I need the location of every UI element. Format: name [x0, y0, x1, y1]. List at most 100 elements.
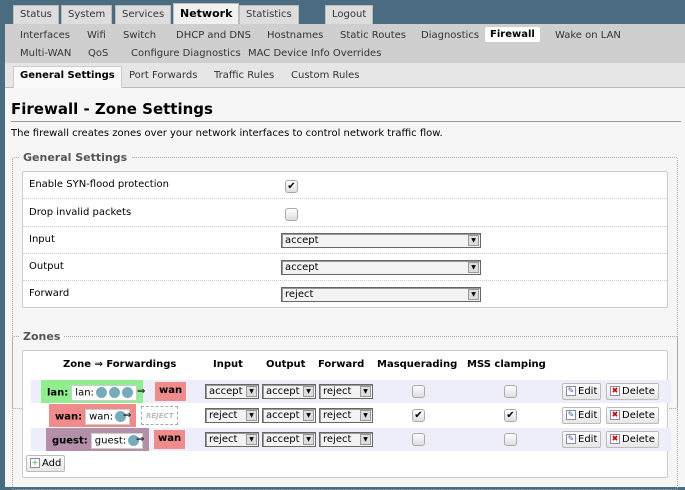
add-label: Add — [42, 458, 62, 469]
masquerading-checkbox[interactable]: ✔ — [412, 409, 425, 422]
chevron-down-icon: ▼ — [246, 410, 257, 421]
subnav-mac-overrides[interactable]: MAC Device Info Overrides — [243, 46, 386, 61]
input-select[interactable]: reject ▼ — [205, 408, 259, 423]
sub-nav: Interfaces Wifi Switch DHCP and DNS Host… — [5, 24, 685, 63]
edit-zone-button[interactable]: ✎ Edit — [562, 407, 602, 424]
tab-status[interactable]: Status — [13, 5, 59, 24]
tab-services[interactable]: Services — [115, 5, 172, 24]
subnav-dhcp[interactable]: DHCP and DNS — [171, 28, 256, 43]
add-zone-button[interactable]: + Add — [26, 455, 66, 472]
chevron-down-icon: ▼ — [360, 434, 371, 445]
output-select[interactable]: accept ▼ — [262, 432, 316, 447]
drop-invalid-checkbox[interactable] — [285, 208, 298, 221]
header-masquerading: Masquerading — [377, 359, 458, 370]
edit-zone-button[interactable]: ✎ Edit — [562, 383, 602, 400]
zone-row: lan: lan: ⇒ wan accept ▼ accept ▼ reject ▼ ✎ Ed… — [31, 380, 671, 403]
network-interface-icon — [95, 387, 107, 398]
subnav-firewall[interactable]: Firewall — [485, 27, 540, 42]
header-zone: Zone ⇒ Forwardings — [63, 359, 177, 370]
mss-clamping-checkbox[interactable] — [504, 433, 517, 446]
zone-badge[interactable]: lan: lan: — [41, 380, 143, 403]
subnav-wake-on-lan[interactable]: Wake on LAN — [550, 28, 626, 43]
chevron-down-icon: ▼ — [303, 386, 314, 397]
delete-zone-button[interactable]: ✖ Delete — [606, 431, 659, 448]
page-description: The firewall creates zones over your net… — [11, 128, 443, 139]
general-settings-box: Enable SYN-flood protection ✔ Drop inval… — [22, 171, 668, 308]
chevron-down-icon: ▼ — [246, 386, 257, 397]
zone-name: wan: — [55, 411, 83, 423]
tab-network[interactable]: Network — [173, 3, 240, 24]
output-value: accept — [266, 410, 300, 421]
section-legend: Zones — [23, 330, 61, 343]
delete-label: Delete — [622, 386, 655, 397]
output-select[interactable]: accept ▼ — [262, 384, 316, 399]
tab-system[interactable]: System — [61, 5, 113, 24]
forward-select[interactable]: reject ▼ — [319, 384, 373, 399]
zone-interface-label: lan: — [75, 387, 94, 399]
forward-select[interactable]: reject ▼ — [319, 408, 373, 423]
zone-row: wan: wan: ⇒ REJECT reject ▼ accept ▼ reject ▼ … — [31, 404, 671, 427]
input-value: accept — [285, 235, 319, 246]
content: Firewall - Zone Settings The firewall cr… — [5, 88, 685, 490]
header-input: Input — [213, 359, 243, 370]
header-mss-clamping: MSS clamping — [467, 359, 546, 370]
input-row: Input accept ▼ — [23, 227, 667, 254]
delete-zone-button[interactable]: ✖ Delete — [606, 383, 659, 400]
tab-traffic-rules[interactable]: Traffic Rules — [208, 67, 280, 84]
header-output: Output — [266, 359, 306, 370]
masquerading-checkbox[interactable] — [412, 385, 425, 398]
mss-clamping-checkbox[interactable] — [504, 385, 517, 398]
edit-label: Edit — [578, 434, 598, 445]
edit-label: Edit — [578, 410, 598, 421]
edit-label: Edit — [578, 386, 598, 397]
output-label: Output — [29, 261, 64, 272]
delete-icon: ✖ — [610, 386, 620, 396]
subnav-multi-wan[interactable]: Multi-WAN — [15, 46, 76, 61]
edit-zone-button[interactable]: ✎ Edit — [562, 431, 602, 448]
delete-zone-button[interactable]: ✖ Delete — [606, 407, 659, 424]
output-select[interactable]: accept ▼ — [262, 408, 316, 423]
chevron-down-icon: ▼ — [246, 434, 257, 445]
tab-port-forwards[interactable]: Port Forwards — [123, 67, 203, 84]
zone-interface-label: wan: — [89, 411, 114, 423]
header-forward: Forward — [318, 359, 365, 370]
tab-statistics[interactable]: Statistics — [239, 5, 299, 24]
forward-label: Forward — [29, 288, 70, 299]
chevron-down-icon: ▼ — [303, 410, 314, 421]
syn-flood-label: Enable SYN-flood protection — [29, 179, 169, 190]
forward-target: wan — [154, 430, 186, 449]
tab-logout[interactable]: Logout — [325, 5, 374, 24]
zone-name: guest: — [52, 435, 88, 447]
drop-invalid-label: Drop invalid packets — [29, 207, 132, 218]
zone-name: lan: — [47, 387, 69, 399]
edit-icon: ✎ — [566, 434, 576, 444]
subnav-static-routes[interactable]: Static Routes — [335, 28, 411, 43]
chevron-down-icon: ▼ — [468, 235, 479, 246]
input-select[interactable]: reject ▼ — [205, 432, 259, 447]
syn-flood-checkbox[interactable]: ✔ — [285, 180, 298, 193]
subnav-diagnostics[interactable]: Diagnostics — [416, 28, 484, 43]
subnav-wifi[interactable]: Wifi — [82, 28, 111, 43]
page-title: Firewall - Zone Settings — [11, 100, 681, 122]
subnav-interfaces[interactable]: Interfaces — [15, 28, 75, 43]
zone-badge[interactable]: guest: guest: — [46, 428, 150, 451]
chevron-down-icon: ▼ — [360, 410, 371, 421]
input-value: accept — [209, 386, 243, 397]
subnav-qos[interactable]: QoS — [83, 46, 113, 61]
zone-interfaces: lan: — [71, 385, 137, 401]
masquerading-checkbox[interactable] — [412, 433, 425, 446]
mss-clamping-checkbox[interactable]: ✔ — [504, 409, 517, 422]
forward-select[interactable]: reject ▼ — [319, 432, 373, 447]
subnav-configure-diagnostics[interactable]: Configure Diagnostics — [126, 46, 246, 61]
forward-arrow: ⇒ — [137, 386, 146, 397]
input-select[interactable]: accept ▼ — [281, 233, 481, 248]
tab-general-settings[interactable]: General Settings — [13, 66, 122, 88]
subnav-switch[interactable]: Switch — [118, 28, 161, 43]
subnav-hostnames[interactable]: Hostnames — [262, 28, 328, 43]
output-value: accept — [266, 386, 300, 397]
forward-select[interactable]: reject ▼ — [281, 287, 481, 302]
tab-custom-rules[interactable]: Custom Rules — [285, 67, 365, 84]
output-select[interactable]: accept ▼ — [281, 260, 481, 275]
add-icon: + — [30, 458, 40, 468]
input-select[interactable]: accept ▼ — [205, 384, 259, 399]
